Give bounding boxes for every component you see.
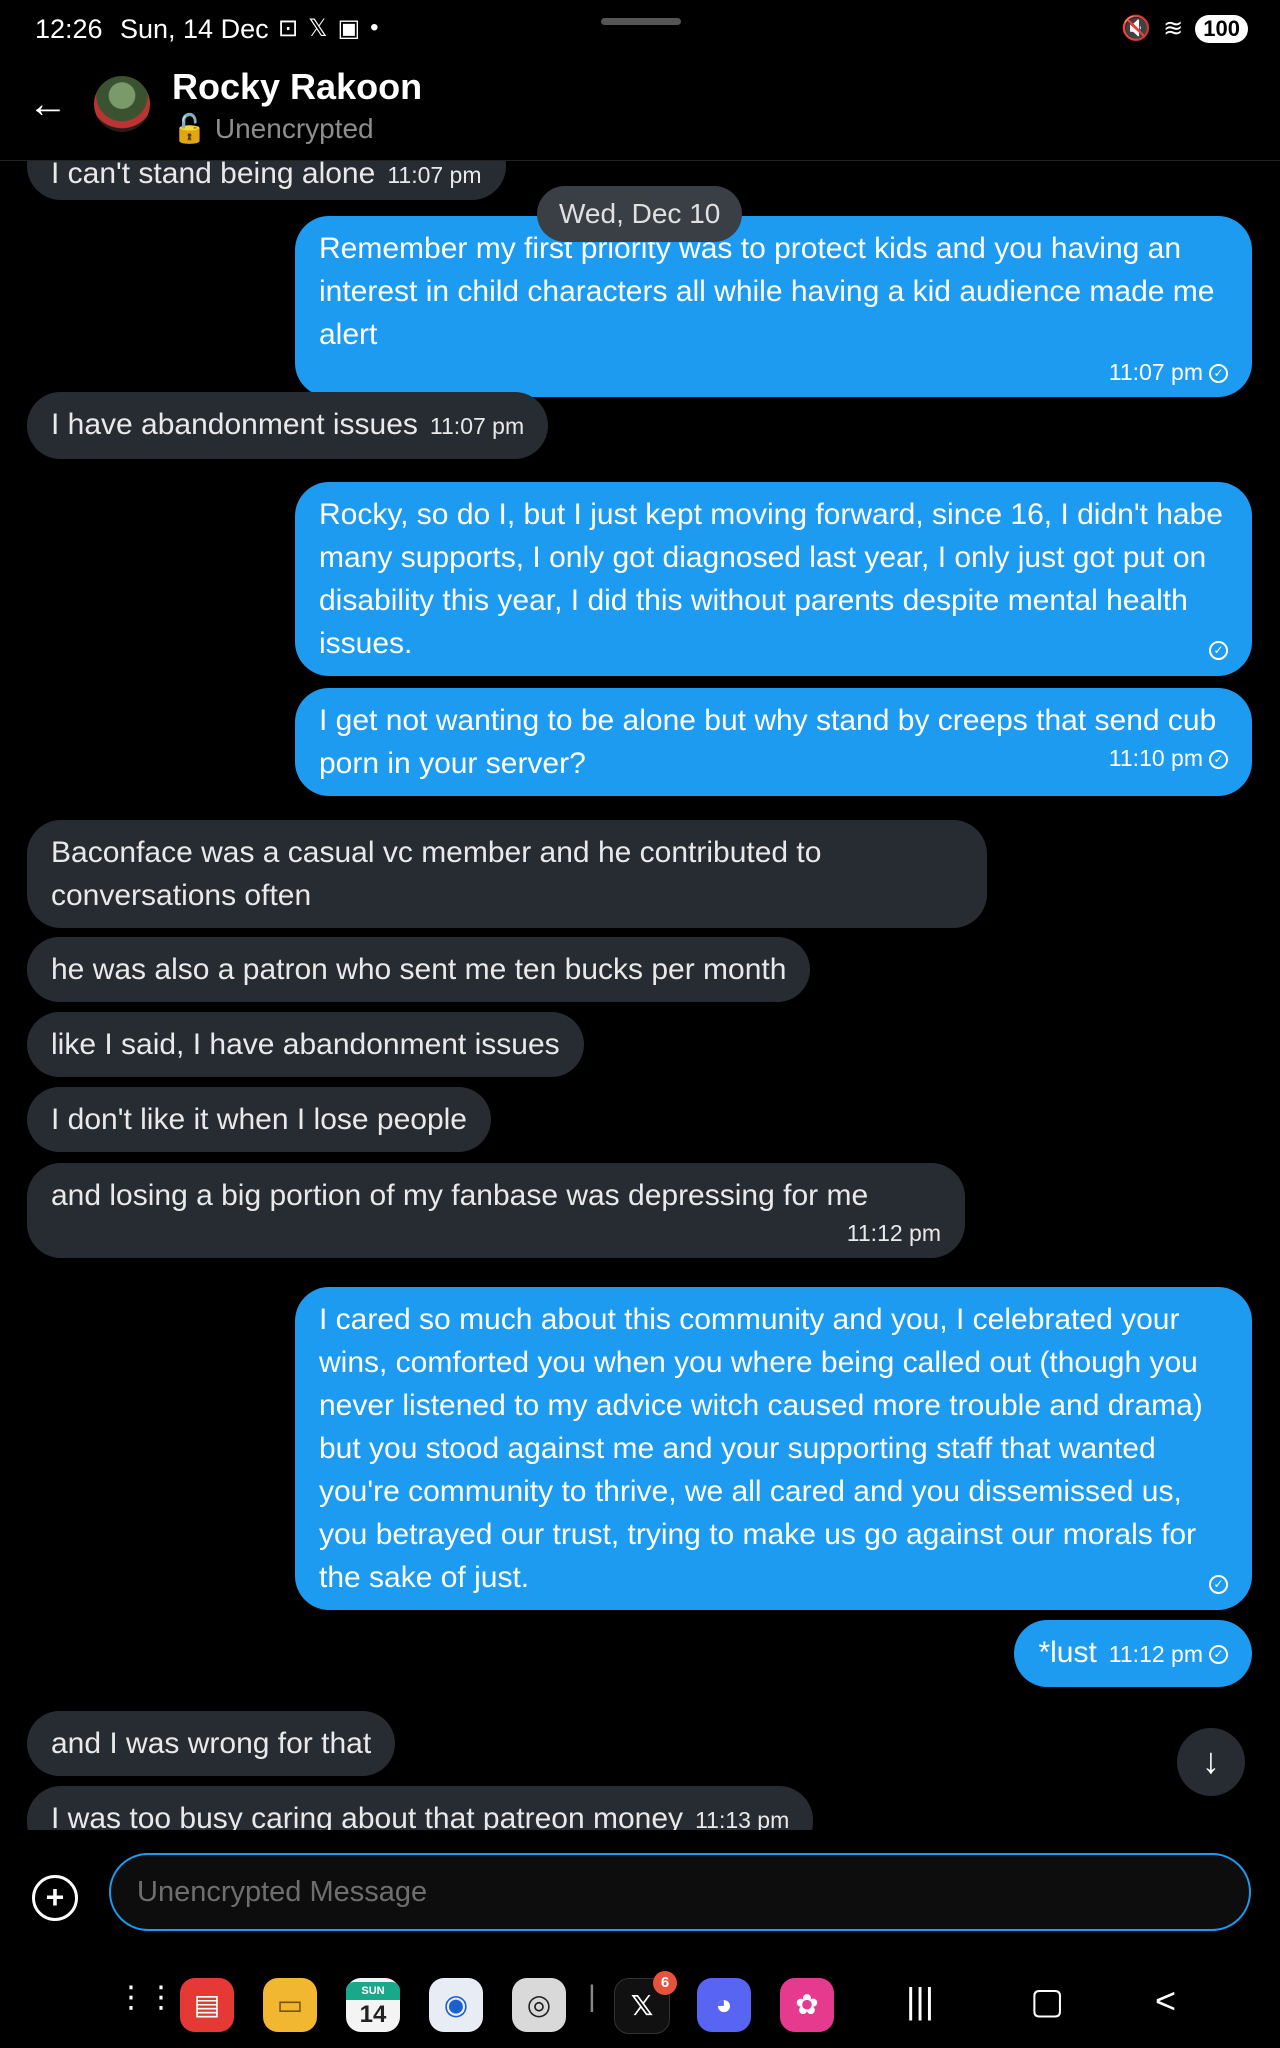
- chat-header: ← Rocky Rakoon 🔓 Unencrypted: [0, 60, 1280, 161]
- lock-open-icon: 🔓: [172, 113, 207, 144]
- home-icon[interactable]: ▢: [1030, 1980, 1064, 2022]
- message-text: and losing a big portion of my fanbase w…: [51, 1179, 869, 1212]
- sent-check-icon: ✓: [1209, 1575, 1228, 1594]
- message-time: 11:10 pm: [1108, 745, 1203, 771]
- files-app-icon[interactable]: ▭: [263, 1978, 317, 2032]
- composer: +: [0, 1830, 1280, 1960]
- calendar-app-icon[interactable]: SUN 14: [346, 1978, 400, 2032]
- message-text: and I was wrong for that: [51, 1727, 372, 1760]
- encryption-status: Unencrypted: [214, 112, 374, 144]
- message-time: 11:13 pm: [695, 1807, 790, 1830]
- recents-icon[interactable]: |||: [906, 1980, 934, 2022]
- message-text: he was also a patron who sent me ten buc…: [51, 953, 787, 986]
- message-text: Baconface was a casual vc member and he …: [51, 836, 822, 912]
- message-in[interactable]: and losing a big portion of my fanbase w…: [27, 1163, 965, 1258]
- messages-app-icon[interactable]: ◉: [429, 1978, 483, 2032]
- plus-icon: +: [45, 1879, 65, 1915]
- message-out[interactable]: Rocky, so do I, but I just kept moving f…: [295, 482, 1252, 676]
- sent-check-icon: ✓: [1209, 750, 1228, 770]
- camera-app-icon[interactable]: ◎: [512, 1978, 566, 2032]
- message-text: I can't stand being alone: [51, 157, 376, 190]
- message-text: *lust: [1038, 1636, 1097, 1669]
- message-text: I cared so much about this community and…: [319, 1303, 1203, 1594]
- message-time: 11:07 pm: [429, 413, 525, 439]
- conversation[interactable]: I can't stand being alone 11:07 pm Wed, D…: [0, 0, 1280, 1830]
- message-out[interactable]: I cared so much about this community and…: [295, 1287, 1252, 1610]
- x-app-icon[interactable]: 𝕏6: [614, 1971, 677, 2034]
- sent-check-icon: ✓: [1209, 364, 1228, 384]
- scroll-to-bottom-button[interactable]: ↓: [1177, 1728, 1245, 1796]
- message-out[interactable]: *lust 11:12 pm ✓: [1014, 1620, 1252, 1687]
- message-text: Rocky, so do I, but I just kept moving f…: [319, 498, 1223, 660]
- message-in[interactable]: and I was wrong for that: [27, 1711, 396, 1776]
- sent-check-icon: ✓: [1209, 1644, 1228, 1664]
- message-text: I was too busy caring about that patreon…: [51, 1802, 684, 1830]
- message-time: 11:12 pm: [1108, 1641, 1203, 1667]
- gallery-app-icon[interactable]: ✿: [780, 1978, 834, 2032]
- app-dock: ⋮⋮⋮ ▤ ▭ SUN 14 ◉ ◎ | 𝕏6 ◕ ✿ ||| ▢ <: [0, 1960, 1280, 2048]
- dock-divider: |: [588, 1980, 596, 2013]
- message-in[interactable]: I was too busy caring about that patreon…: [27, 1786, 814, 1830]
- arrow-down-icon: ↓: [1202, 1740, 1220, 1781]
- contact-name[interactable]: Rocky Rakoon: [172, 66, 422, 108]
- message-out[interactable]: Remember my first priority was to protec…: [295, 216, 1252, 397]
- message-text: I don't like it when I lose people: [51, 1103, 467, 1136]
- message-in[interactable]: Baconface was a casual vc member and he …: [27, 820, 987, 928]
- message-text: Remember my first priority was to protec…: [319, 232, 1215, 351]
- message-time: 11:07 pm: [387, 162, 482, 188]
- message-time: 11:07 pm: [1108, 359, 1203, 385]
- date-separator: Wed, Dec 10: [537, 186, 743, 242]
- message-text: I get not wanting to be alone but why st…: [319, 704, 1217, 780]
- back-icon[interactable]: <: [1155, 1980, 1176, 2022]
- calendar-date: 14: [359, 2001, 387, 2028]
- message-time: 11:12 pm: [846, 1220, 941, 1246]
- back-arrow-icon[interactable]: ←: [28, 82, 68, 127]
- add-attachment-button[interactable]: +: [32, 1875, 78, 1921]
- message-text: I have abandonment issues: [51, 408, 418, 441]
- message-in[interactable]: he was also a patron who sent me ten buc…: [27, 937, 811, 1002]
- sent-check-icon: ✓: [1209, 641, 1228, 660]
- message-in[interactable]: I don't like it when I lose people: [27, 1087, 491, 1152]
- message-in[interactable]: I have abandonment issues 11:07 pm: [27, 392, 549, 459]
- discord-app-icon[interactable]: ◕: [697, 1978, 751, 2032]
- message-in[interactable]: like I said, I have abandonment issues: [27, 1012, 584, 1077]
- calendar-day: SUN: [346, 1982, 400, 2000]
- avatar[interactable]: [94, 76, 150, 132]
- message-text: like I said, I have abandonment issues: [51, 1028, 560, 1061]
- notification-badge: 6: [653, 1971, 677, 1995]
- message-input[interactable]: [109, 1853, 1251, 1931]
- notes-app-icon[interactable]: ▤: [180, 1978, 234, 2032]
- message-out[interactable]: I get not wanting to be alone but why st…: [295, 688, 1252, 796]
